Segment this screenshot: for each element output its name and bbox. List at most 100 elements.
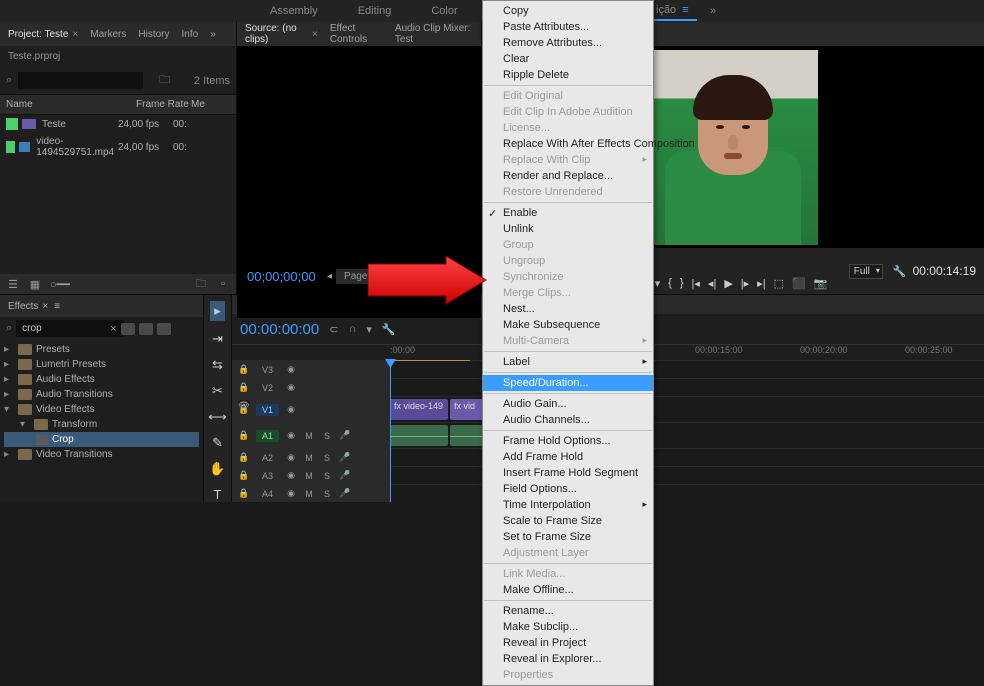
menu-insert-fh-segment[interactable]: Insert Frame Hold Segment — [483, 465, 653, 481]
lock-icon[interactable]: 🔒 — [238, 430, 250, 441]
fx-badge-icon[interactable] — [157, 323, 171, 335]
tab-assembly[interactable]: Assembly — [270, 5, 318, 17]
icon-view-icon[interactable]: ▦ — [28, 278, 42, 291]
close-icon[interactable]: × — [42, 301, 48, 312]
track-label[interactable]: A2 — [256, 452, 279, 464]
close-icon[interactable]: × — [72, 29, 78, 40]
menu-reveal-project[interactable]: Reveal in Project — [483, 635, 653, 651]
menu-audio-gain[interactable]: Audio Gain... — [483, 396, 653, 412]
tab-color[interactable]: Color — [431, 5, 457, 17]
menu-make-subclip[interactable]: Make Subclip... — [483, 619, 653, 635]
toggle-output-icon[interactable]: ◉ — [285, 364, 297, 375]
menu-reveal-explorer[interactable]: Reveal in Explorer... — [483, 651, 653, 667]
menu-ripple-delete[interactable]: Ripple Delete — [483, 67, 653, 83]
panel-menu-icon[interactable]: ≡ — [54, 301, 60, 312]
overflow-icon[interactable]: » — [210, 29, 216, 40]
prev-page-icon[interactable]: ◂ — [327, 271, 332, 282]
solo-icon[interactable]: S — [321, 471, 333, 481]
extract-icon[interactable]: ⬛ — [792, 277, 806, 290]
source-tab[interactable]: Source: (no clips) — [245, 23, 308, 45]
effects-search-input[interactable] — [16, 320, 124, 337]
menu-unlink[interactable]: Unlink — [483, 221, 653, 237]
overwrite-icon[interactable]: ⬛ — [422, 271, 434, 282]
selection-tool-icon[interactable]: ▸ — [210, 301, 225, 321]
info-tab[interactable]: Info — [182, 29, 199, 40]
menu-add-frame-hold[interactable]: Add Frame Hold — [483, 449, 653, 465]
solo-icon[interactable]: S — [321, 431, 333, 441]
mute-icon[interactable]: M — [303, 489, 315, 499]
mark-out-icon[interactable]: } — [680, 277, 684, 290]
menu-time-interpolation[interactable]: Time Interpolation — [483, 497, 653, 513]
menu-enable[interactable]: Enable — [483, 205, 653, 221]
toggle-output-icon[interactable]: ◉ — [285, 452, 297, 463]
tab-editing[interactable]: Editing — [358, 5, 392, 17]
list-view-icon[interactable]: ☰ — [6, 278, 20, 291]
clear-icon[interactable]: × — [110, 323, 116, 335]
tree-folder-video-tr[interactable]: ▸Video Transitions — [4, 447, 199, 462]
markers-tab[interactable]: Markers — [90, 29, 126, 40]
project-tab[interactable]: Project: Teste — [8, 29, 68, 40]
tree-folder-transform[interactable]: ▾Transform — [4, 417, 199, 432]
step-back-icon[interactable]: ◂| — [708, 277, 716, 290]
link-icon[interactable]: ∩ — [348, 323, 356, 335]
type-tool-icon[interactable]: T — [214, 487, 222, 502]
lock-icon[interactable]: 🔒 — [238, 452, 250, 463]
project-row[interactable]: video-1494529751.mp4 24,00 fps 00: — [0, 133, 236, 161]
solo-icon[interactable]: S — [321, 453, 333, 463]
razor-tool-icon[interactable]: ✂ — [212, 383, 223, 399]
tree-folder-video-fx[interactable]: ▾Video Effects — [4, 402, 199, 417]
add-marker-icon[interactable]: ▾ — [655, 277, 661, 290]
tree-item-crop[interactable]: Crop — [4, 432, 199, 447]
insert-icon[interactable]: ⬚ — [409, 271, 418, 282]
menu-paste-attributes[interactable]: Paste Attributes... — [483, 19, 653, 35]
pen-tool-icon[interactable]: ✎ — [212, 435, 223, 451]
project-search-input[interactable] — [18, 72, 143, 89]
settings-icon[interactable]: 🔧 — [893, 265, 907, 278]
snap-icon[interactable]: ⊂ — [329, 323, 338, 336]
track-label[interactable]: V1 — [256, 404, 279, 416]
lock-icon[interactable]: 🔒 — [238, 364, 250, 375]
mute-icon[interactable]: M — [303, 431, 315, 441]
track-label[interactable]: V2 — [256, 382, 279, 394]
menu-speed-duration[interactable]: Speed/Duration... — [483, 375, 653, 391]
effect-controls-tab[interactable]: Effect Controls — [330, 23, 383, 45]
track-label[interactable]: A1 — [256, 430, 279, 442]
step-fwd-icon[interactable]: |▸ — [741, 277, 749, 290]
source-timecode[interactable]: 00;00;00;00 — [247, 269, 316, 284]
menu-render-replace[interactable]: Render and Replace... — [483, 168, 653, 184]
track-label[interactable]: A3 — [256, 470, 279, 482]
menu-set-frame[interactable]: Set to Frame Size — [483, 529, 653, 545]
settings-icon[interactable]: 🔧 — [382, 323, 396, 336]
play-icon[interactable]: ▶ — [724, 277, 732, 290]
close-icon[interactable]: × — [312, 29, 318, 40]
toggle-output-icon[interactable]: ◉ — [285, 430, 297, 441]
clip-mixer-tab[interactable]: Audio Clip Mixer: Test — [395, 23, 473, 45]
lift-icon[interactable]: ⬚ — [774, 277, 784, 290]
col-fps[interactable]: Frame Rate — [136, 99, 191, 110]
eye-icon[interactable]: 👁 — [238, 400, 250, 404]
video-clip[interactable]: fx video-149 — [390, 399, 448, 420]
hand-tool-icon[interactable]: ✋ — [209, 461, 225, 477]
project-row[interactable]: Teste 24,00 fps 00: — [0, 115, 236, 133]
timeline-timecode[interactable]: 00:00:00:00 — [240, 321, 319, 338]
tab-edicao[interactable]: ição ≡ — [648, 1, 697, 21]
tree-folder-lumetri[interactable]: ▸Lumetri Presets — [4, 357, 199, 372]
zoom-slider[interactable]: ○━━ — [50, 278, 64, 291]
next-page-icon[interactable]: ▸ — [388, 271, 393, 282]
go-in-icon[interactable]: |◂ — [692, 277, 700, 290]
mic-icon[interactable]: 🎤 — [339, 488, 351, 499]
fx-badge-icon[interactable] — [139, 323, 153, 335]
toggle-output-icon[interactable]: ◉ — [285, 404, 297, 415]
ripple-tool-icon[interactable]: ⇆ — [212, 357, 223, 373]
marker-icon[interactable]: ▾ — [366, 323, 372, 336]
track-label[interactable]: A4 — [256, 488, 279, 500]
menu-nest[interactable]: Nest... — [483, 301, 653, 317]
menu-audio-channels[interactable]: Audio Channels... — [483, 412, 653, 428]
menu-copy[interactable]: Copy — [483, 3, 653, 19]
tree-folder-presets[interactable]: ▸Presets — [4, 342, 199, 357]
menu-field-options[interactable]: Field Options... — [483, 481, 653, 497]
menu-scale-frame[interactable]: Scale to Frame Size — [483, 513, 653, 529]
slip-tool-icon[interactable]: ⟷ — [208, 409, 227, 425]
effects-tab[interactable]: Effects — [8, 301, 38, 312]
audio-clip[interactable] — [390, 425, 448, 446]
